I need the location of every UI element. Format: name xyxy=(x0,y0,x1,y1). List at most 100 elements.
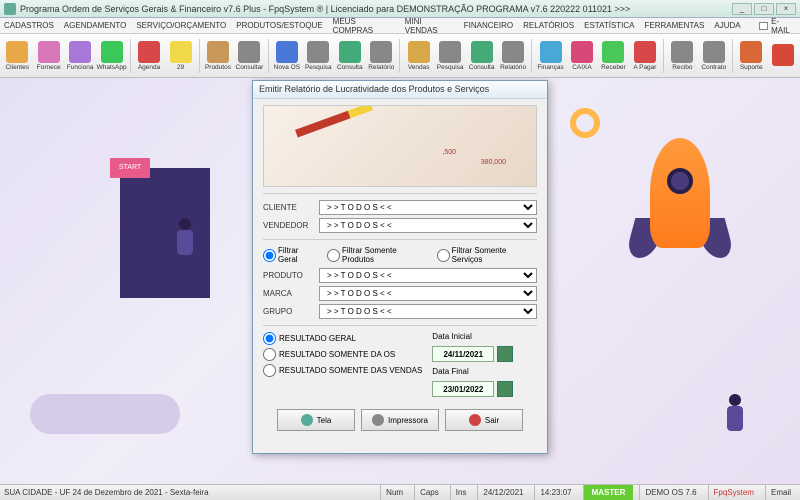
a pagar-icon xyxy=(634,41,656,63)
produto-select[interactable]: > > T O D O S < < xyxy=(319,268,537,283)
workspace: START Emitir Relatório de Lucratividade … xyxy=(0,78,800,484)
menu-servico[interactable]: SERVIÇO/ORÇAMENTO xyxy=(136,21,226,30)
menu-produtos[interactable]: PRODUTOS/ESTOQUE xyxy=(236,21,322,30)
window-titlebar: Programa Ordem de Serviços Gerais & Fina… xyxy=(0,0,800,18)
menu-financeiro[interactable]: FINANCEIRO xyxy=(464,21,513,30)
status-brand: FpqSystem xyxy=(708,485,759,500)
dialog-preview-image: 380,000 ,500 xyxy=(263,105,537,187)
fornece-icon xyxy=(38,41,60,63)
toolbar-receber[interactable]: Receber xyxy=(598,41,628,71)
impressora-button[interactable]: Impressora xyxy=(361,409,439,431)
status-date: 24/12/2021 xyxy=(477,485,528,500)
result-geral-radio[interactable]: RESULTADO GERAL xyxy=(263,332,422,345)
window-title: Programa Ordem de Serviços Gerais & Fina… xyxy=(20,4,630,14)
toolbar-suporte[interactable]: Suporte xyxy=(736,41,766,71)
toolbar-29[interactable]: 29 xyxy=(165,41,195,71)
result-vendas-radio[interactable]: RESULTADO SOMENTE DAS VENDAS xyxy=(263,364,422,377)
calendar-icon[interactable] xyxy=(497,381,513,397)
close-button[interactable]: × xyxy=(776,3,796,15)
whatsapp-icon xyxy=(101,41,123,63)
toolbar-agenda[interactable]: Agenda xyxy=(134,41,164,71)
toolbar: ClientesForneceFuncionaWhatsApp Agenda29 P… xyxy=(0,34,800,78)
menu-ajuda[interactable]: AJUDA xyxy=(714,21,740,30)
toolbar-clientes[interactable]: Clientes xyxy=(2,41,32,71)
grupo-select[interactable]: > > T O D O S < < xyxy=(319,304,537,319)
minimize-button[interactable]: _ xyxy=(732,3,752,15)
agenda-icon xyxy=(138,41,160,63)
consulta-icon xyxy=(471,41,493,63)
menu-email[interactable]: E-MAIL xyxy=(759,17,796,35)
menu-agendamento[interactable]: AGENDAMENTO xyxy=(64,21,127,30)
menubar: CADASTROS AGENDAMENTO SERVIÇO/ORÇAMENTO … xyxy=(0,18,800,34)
bg-flag: START xyxy=(110,158,150,178)
caixa-icon xyxy=(571,41,593,63)
menu-compras[interactable]: MEUS COMPRAS xyxy=(333,17,395,35)
marca-select[interactable]: > > T O D O S < < xyxy=(319,286,537,301)
cliente-select[interactable]: > > T O D O S < < xyxy=(319,200,537,215)
toolbar-caixa[interactable]: CAIXA xyxy=(567,41,597,71)
toolbar-relatório[interactable]: Relatório xyxy=(498,41,528,71)
toolbar-produtos[interactable]: Produtos xyxy=(203,41,233,71)
toolbar-consulta[interactable]: Consulta xyxy=(335,41,365,71)
maximize-button[interactable]: □ xyxy=(754,3,774,15)
result-os-radio[interactable]: RESULTADO SOMENTE DA OS xyxy=(263,348,422,361)
data-inicial-input[interactable] xyxy=(432,346,494,362)
toolbar-whatsapp[interactable]: WhatsApp xyxy=(96,41,126,71)
printer-icon xyxy=(372,414,384,426)
pesquisa-icon xyxy=(307,41,329,63)
status-ins: Ins xyxy=(450,485,472,500)
status-location: SUA CIDADE - UF 24 de Dezembro de 2021 -… xyxy=(4,488,209,497)
toolbar-recibo[interactable]: Recibo xyxy=(667,41,697,71)
cliente-label: CLIENTE xyxy=(263,203,319,212)
funciona-icon xyxy=(69,41,91,63)
toolbar-fornece[interactable]: Fornece xyxy=(33,41,63,71)
menu-relatorios[interactable]: RELATÓRIOS xyxy=(523,21,574,30)
status-email[interactable]: Email xyxy=(765,485,796,500)
toolbar-vendas[interactable]: Vendas xyxy=(403,41,433,71)
filter-servicos-radio[interactable]: Filtrar Somente Serviços xyxy=(437,246,537,264)
vendedor-select[interactable]: > > T O D O S < < xyxy=(319,218,537,233)
recibo-icon xyxy=(671,41,693,63)
toolbar-consulta[interactable]: Consulta xyxy=(466,41,496,71)
toolbar-[interactable] xyxy=(767,44,797,67)
consultar-icon xyxy=(238,41,260,63)
consulta-icon xyxy=(339,41,361,63)
filter-geral-radio[interactable]: Filtrar Geral xyxy=(263,246,319,264)
status-demo: DEMO OS 7.6 xyxy=(639,485,701,500)
toolbar-contrato[interactable]: Contrato xyxy=(699,41,729,71)
clientes-icon xyxy=(6,41,28,63)
vendas-icon xyxy=(408,41,430,63)
receber-icon xyxy=(602,41,624,63)
status-num: Num xyxy=(380,485,408,500)
toolbar-pesquisa[interactable]: Pesquisa xyxy=(303,41,333,71)
data-final-input[interactable] xyxy=(432,381,494,397)
tela-button[interactable]: Tela xyxy=(277,409,355,431)
toolbar-nova os[interactable]: Nova OS xyxy=(272,41,302,71)
sair-button[interactable]: Sair xyxy=(445,409,523,431)
status-time: 14:23:07 xyxy=(534,485,576,500)
pesquisa-icon xyxy=(439,41,461,63)
bg-rocket xyxy=(620,118,740,298)
menu-cadastros[interactable]: CADASTROS xyxy=(4,21,54,30)
-icon xyxy=(772,44,794,66)
menu-estatistica[interactable]: ESTATÍSTICA xyxy=(584,21,634,30)
data-inicial-label: Data Inicial xyxy=(432,332,513,341)
toolbar-a pagar[interactable]: A Pagar xyxy=(630,41,660,71)
toolbar-pesquisa[interactable]: Pesquisa xyxy=(435,41,465,71)
finanças-icon xyxy=(540,41,562,63)
toolbar-finanças[interactable]: Finanças xyxy=(535,41,565,71)
toolbar-funciona[interactable]: Funciona xyxy=(65,41,95,71)
menu-ferramentas[interactable]: FERRAMENTAS xyxy=(645,21,705,30)
bg-person xyxy=(170,218,200,278)
envelope-icon xyxy=(759,22,768,30)
suporte-icon xyxy=(740,41,762,63)
contrato-icon xyxy=(703,41,725,63)
filter-produtos-radio[interactable]: Filtrar Somente Produtos xyxy=(327,246,429,264)
menu-vendas[interactable]: MINI VENDAS xyxy=(405,17,454,35)
produto-label: PRODUTO xyxy=(263,271,319,280)
calendar-icon[interactable] xyxy=(497,346,513,362)
toolbar-consultar[interactable]: Consultar xyxy=(234,41,264,71)
data-final-label: Data Final xyxy=(432,367,513,376)
dialog-title: Emitir Relatório de Lucratividade dos Pr… xyxy=(253,81,547,99)
toolbar-relatório[interactable]: Relatório xyxy=(366,41,396,71)
